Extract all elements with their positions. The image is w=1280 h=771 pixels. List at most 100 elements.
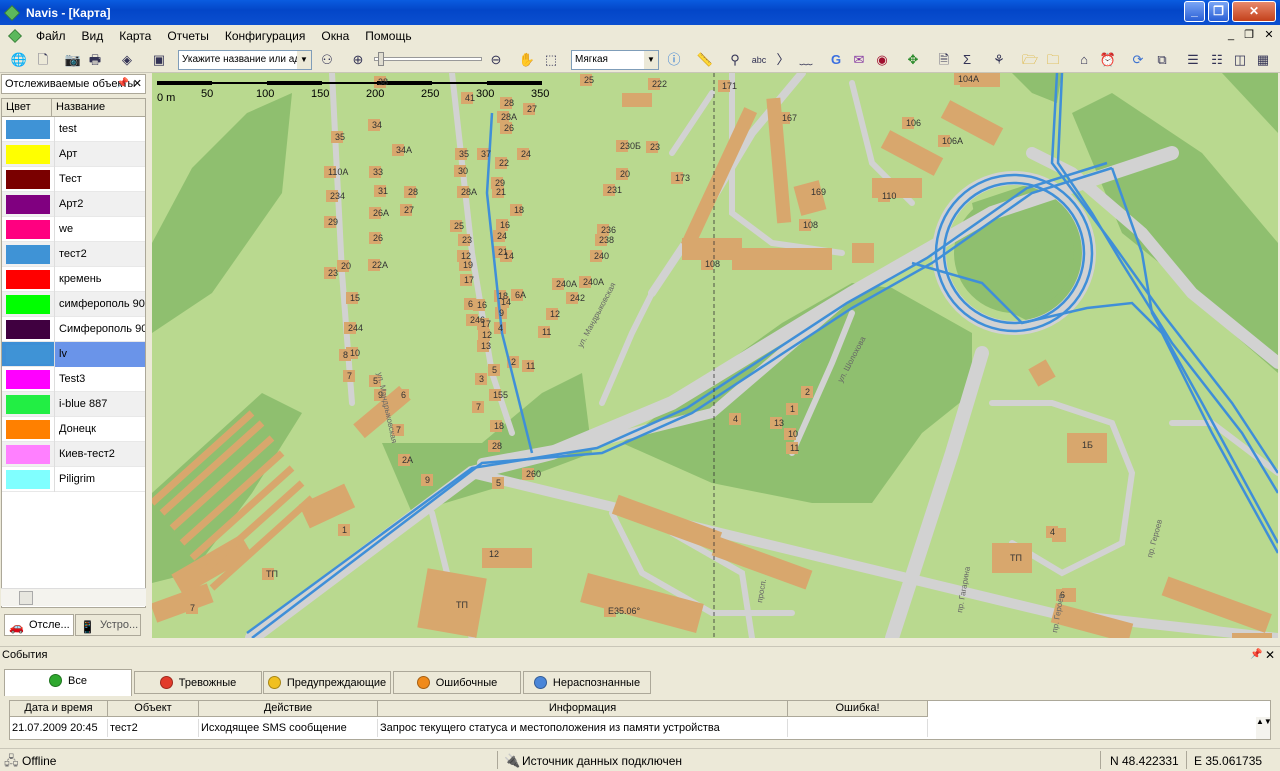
pin-icon[interactable]: ⚲	[726, 51, 744, 69]
alarm-clock-icon[interactable]: ⏰	[1099, 51, 1117, 69]
chevron-right-icon[interactable]: 〉	[774, 51, 792, 69]
tracked-object-row[interactable]: Киев-тест2	[2, 441, 145, 467]
refresh-icon[interactable]: ⟳	[1129, 51, 1147, 69]
menu-map[interactable]: Карта	[111, 25, 159, 47]
house-number: 173	[675, 173, 690, 183]
close-icon[interactable]: ✕	[1265, 648, 1275, 662]
events-cell[interactable]: тест2	[108, 719, 199, 737]
tile-horizontal-icon[interactable]: ☷	[1208, 51, 1226, 69]
ruler-icon[interactable]: 📏	[696, 51, 714, 69]
menu-help[interactable]: Помощь	[357, 25, 419, 47]
map-canvas[interactable]: 0 m 50 100 150 200 250 300 350 25 222 171104А3841…	[152, 73, 1278, 638]
pin-icon[interactable]: 📌	[117, 75, 129, 93]
cascade-icon[interactable]: ☰	[1184, 51, 1202, 69]
events-column-header[interactable]: Информация	[378, 701, 788, 717]
tab-tracking[interactable]: 🚗 Отсле...	[4, 614, 74, 636]
chevron-down-icon[interactable]: ▼	[297, 51, 311, 69]
horizontal-scrollbar[interactable]	[1, 588, 146, 606]
select-cursor-icon[interactable]: ⬚	[542, 51, 560, 69]
events-tab-3[interactable]: Ошибочные	[393, 671, 521, 694]
column-header-name[interactable]: Название	[52, 99, 145, 116]
layers-icon[interactable]: ◈	[118, 51, 136, 69]
render-mode-combo[interactable]: Мягкая ▼	[571, 50, 659, 70]
sum-icon[interactable]: Σ	[958, 51, 976, 69]
zoom-out-icon[interactable]: ⊖	[487, 51, 505, 69]
app-menu-icon[interactable]	[8, 29, 22, 43]
chevron-down-icon[interactable]: ▼	[644, 51, 658, 69]
mdi-restore-icon[interactable]: ❐	[1242, 28, 1256, 42]
tracked-object-row[interactable]: test	[2, 116, 145, 142]
mdi-close-icon[interactable]: ✕	[1262, 28, 1276, 42]
column-header-color[interactable]: Цвет	[2, 99, 52, 116]
label-abc-icon[interactable]: abc	[750, 51, 768, 69]
windows-icon[interactable]: ⧉	[1153, 51, 1171, 69]
folder-icon[interactable]: 🗀	[1044, 51, 1062, 69]
menu-windows[interactable]: Окна	[313, 25, 357, 47]
map-select-icon[interactable]: ▣	[150, 51, 168, 69]
tracked-object-row[interactable]: i-blue 887	[2, 391, 145, 417]
tracked-object-row[interactable]: Донецк	[2, 416, 145, 442]
zoom-slider[interactable]	[374, 57, 482, 61]
events-column-header[interactable]: Ошибка!	[788, 701, 928, 717]
tracked-object-row[interactable]: we	[2, 216, 145, 242]
info-icon[interactable]: ⓘ	[665, 51, 683, 69]
menu-reports[interactable]: Отчеты	[159, 25, 216, 47]
google-icon[interactable]: G	[827, 51, 845, 69]
map-view[interactable]: 0 m 50 100 150 200 250 300 350 25 222 171 104А 38 41…	[152, 73, 1278, 638]
close-icon[interactable]: ✕	[133, 75, 142, 93]
globe-icon[interactable]: 🌐	[10, 51, 28, 69]
menu-configuration[interactable]: Конфигурация	[217, 25, 314, 47]
zoom-slider-thumb[interactable]	[378, 52, 384, 66]
binoculars-icon[interactable]: ⚇	[318, 51, 336, 69]
tracked-object-row[interactable]: Арт2	[2, 191, 145, 217]
window-grid-icon[interactable]: ▦	[1254, 51, 1272, 69]
tracked-object-row[interactable]: Test3	[2, 366, 145, 392]
events-cell[interactable]	[788, 719, 928, 737]
message-icon[interactable]: ✉	[850, 51, 868, 69]
events-column-header[interactable]: Дата и время	[10, 701, 108, 717]
vertical-scrollbar[interactable]: ▲▼	[1256, 717, 1272, 739]
menu-file[interactable]: Файл	[28, 25, 74, 47]
minimize-button[interactable]: _	[1184, 1, 1205, 22]
route-icon[interactable]: ﹏	[797, 51, 815, 69]
events-cell[interactable]: Исходящее SMS сообщение	[199, 719, 378, 737]
plug-icon: 🔌	[504, 753, 521, 768]
page-icon[interactable]: 🗎	[935, 51, 953, 69]
tracked-object-row[interactable]: тест2	[2, 241, 145, 267]
tracked-object-row[interactable]: Симферополь 90.	[2, 316, 145, 342]
events-tab-0[interactable]: Все	[4, 669, 132, 696]
events-column-header[interactable]: Объект	[108, 701, 199, 717]
close-button[interactable]: ✕	[1232, 1, 1276, 22]
network-icon[interactable]: ✥	[904, 51, 922, 69]
events-cell[interactable]: Запрос текущего статуса и местоположения…	[378, 719, 788, 737]
print-icon[interactable]: 🖶	[86, 51, 104, 69]
tracked-object-row[interactable]: Арт	[2, 141, 145, 167]
events-cell[interactable]: 21.07.2009 20:45	[10, 719, 108, 737]
tracked-object-row[interactable]: lv	[2, 341, 145, 367]
menu-view[interactable]: Вид	[74, 25, 112, 47]
tab-devices[interactable]: 📱 Устро...	[75, 614, 141, 636]
folder-add-icon[interactable]: 🗁	[1021, 51, 1039, 69]
maximize-button[interactable]: ❐	[1208, 1, 1229, 22]
events-column-header[interactable]: Действие	[199, 701, 378, 717]
events-tab-1[interactable]: Тревожные	[134, 671, 262, 694]
scale-label: 50	[201, 88, 213, 100]
pin-icon[interactable]: 📌	[1250, 649, 1262, 660]
object-search-combo[interactable]: Укажите название или ад ▼	[178, 50, 312, 70]
zoom-in-icon[interactable]: ⊕	[349, 51, 367, 69]
tree-icon[interactable]: ⚘	[990, 51, 1008, 69]
circle-layers-icon[interactable]: ◉	[873, 51, 891, 69]
scrollbar-thumb[interactable]	[19, 591, 33, 605]
tracked-object-row[interactable]: Piligrim	[2, 466, 145, 492]
hand-pan-icon[interactable]: ✋	[518, 51, 536, 69]
events-tab-4[interactable]: Нераспознанные	[523, 671, 651, 694]
camera-icon[interactable]: 📷	[64, 51, 82, 69]
events-tab-2[interactable]: Предупреждающие	[263, 671, 391, 694]
document-icon[interactable]: 🗋	[34, 51, 52, 69]
tile-vertical-icon[interactable]: ◫	[1231, 51, 1249, 69]
tracked-object-row[interactable]: кремень	[2, 266, 145, 292]
tracked-object-row[interactable]: симферополь 900	[2, 291, 145, 317]
tracked-object-row[interactable]: Тест	[2, 166, 145, 192]
garage-icon[interactable]: ⌂	[1075, 51, 1093, 69]
mdi-minimize-icon[interactable]: _	[1224, 28, 1238, 42]
